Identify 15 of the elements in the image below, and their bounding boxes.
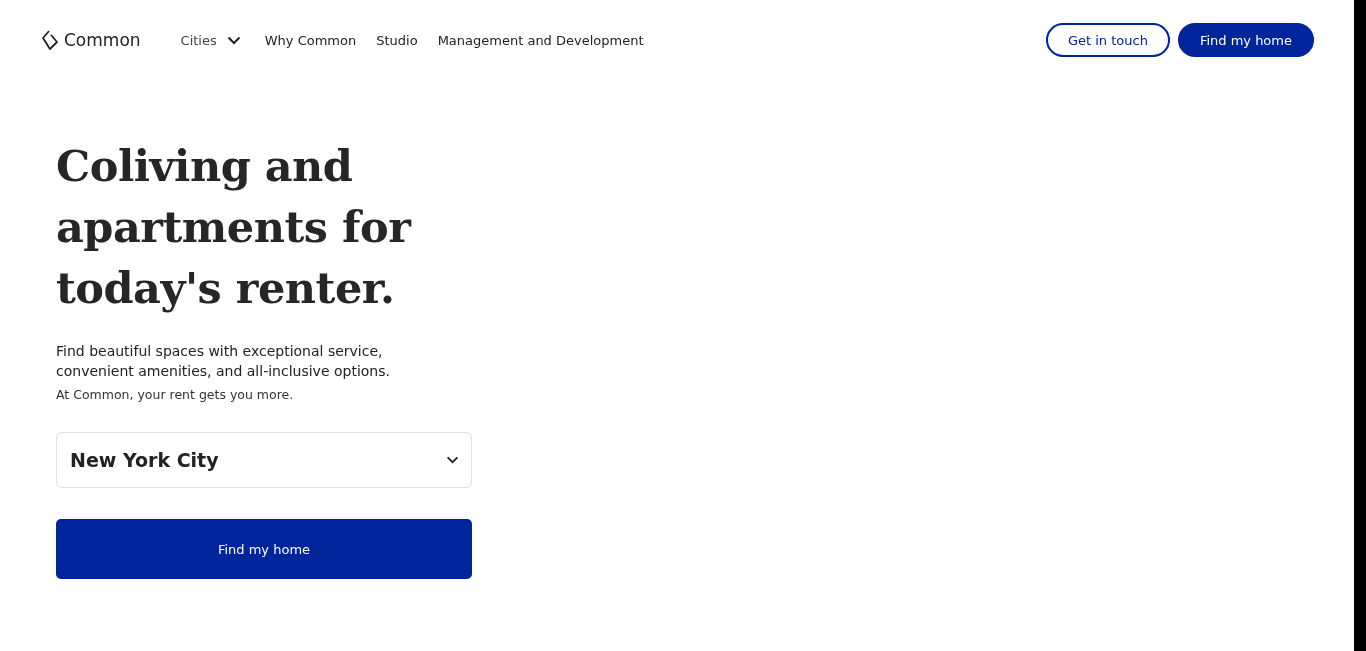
nav-link[interactable]: Why Common — [264, 32, 357, 48]
logo-text[interactable]: Common — [64, 30, 141, 50]
contact-button[interactable]: Get in touch — [1045, 23, 1170, 57]
hero-description: Find beautiful spaces with exceptional service, convenient amenities, and all-inclusive options. — [56, 342, 391, 381]
nav-link[interactable]: Management and Development — [437, 32, 644, 48]
hero-note: At Common, your rent gets you more. — [56, 387, 295, 402]
hero-heading: Coliving and apartments for today's renter. — [56, 140, 413, 315]
chevron-down-icon — [226, 35, 241, 45]
logo-icon — [40, 29, 60, 51]
nav-dropdown[interactable]: Cities — [180, 32, 241, 48]
city-select[interactable]: New York City — [56, 432, 472, 488]
find-home-button[interactable]: Find my home — [56, 519, 472, 579]
chevron-down-icon — [446, 456, 459, 464]
find-home-button[interactable]: Find my home — [1177, 23, 1314, 57]
nav-link[interactable]: Studio — [376, 32, 418, 48]
